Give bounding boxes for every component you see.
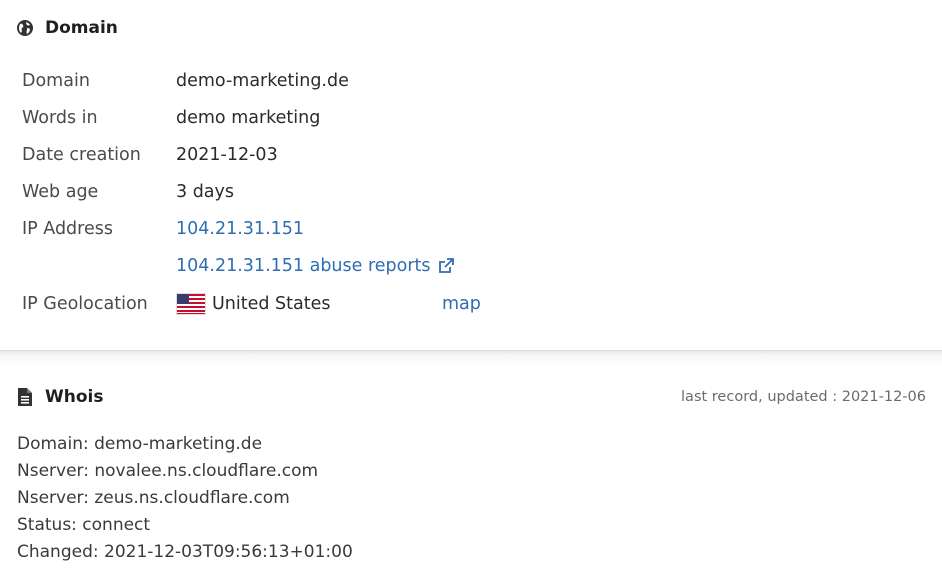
value-web-age: 3 days	[176, 181, 235, 202]
value-abuse-reports: 104.21.31.151 abuse reports	[176, 256, 455, 276]
whois-record: Domain: demo-marketing.de Nserver: noval…	[17, 431, 353, 566]
domain-section-header: Domain	[16, 18, 118, 38]
document-icon	[16, 388, 34, 406]
value-ip-geolocation: United States	[176, 292, 331, 315]
external-link-icon[interactable]	[437, 257, 455, 275]
section-divider	[0, 350, 942, 365]
whois-section-header: Whois	[16, 387, 103, 407]
whois-section-title: Whois	[45, 387, 104, 407]
label-ip-geolocation: IP Geolocation	[22, 293, 148, 314]
abuse-reports-link[interactable]: 104.21.31.151 abuse reports	[176, 256, 431, 276]
whois-line: Nserver: zeus.ns.cloudflare.com	[17, 488, 290, 508]
value-ip-address: 104.21.31.151	[176, 219, 304, 239]
label-date-creation: Date creation	[22, 144, 141, 165]
label-words-in: Words in	[22, 107, 98, 128]
us-flag-icon	[176, 292, 206, 315]
whois-line: Domain: demo-marketing.de	[17, 434, 263, 454]
label-web-age: Web age	[22, 181, 99, 202]
geolocation-country: United States	[212, 293, 331, 314]
map-link[interactable]: map	[442, 294, 481, 314]
whois-line: Status: connect	[17, 515, 151, 535]
globe-icon	[16, 19, 34, 37]
label-domain: Domain	[22, 70, 90, 91]
domain-section-title: Domain	[45, 18, 118, 38]
ip-address-link[interactable]: 104.21.31.151	[176, 219, 304, 239]
label-ip-address: IP Address	[22, 218, 113, 239]
whois-line: Nserver: novalee.ns.cloudflare.com	[17, 461, 319, 481]
whois-updated-text: last record, updated : 2021-12-06	[681, 389, 926, 405]
whois-line: Changed: 2021-12-03T09:56:13+01:00	[17, 542, 353, 562]
value-date-creation: 2021-12-03	[176, 144, 278, 165]
value-domain: demo-marketing.de	[176, 70, 349, 91]
value-words-in: demo marketing	[176, 107, 321, 128]
